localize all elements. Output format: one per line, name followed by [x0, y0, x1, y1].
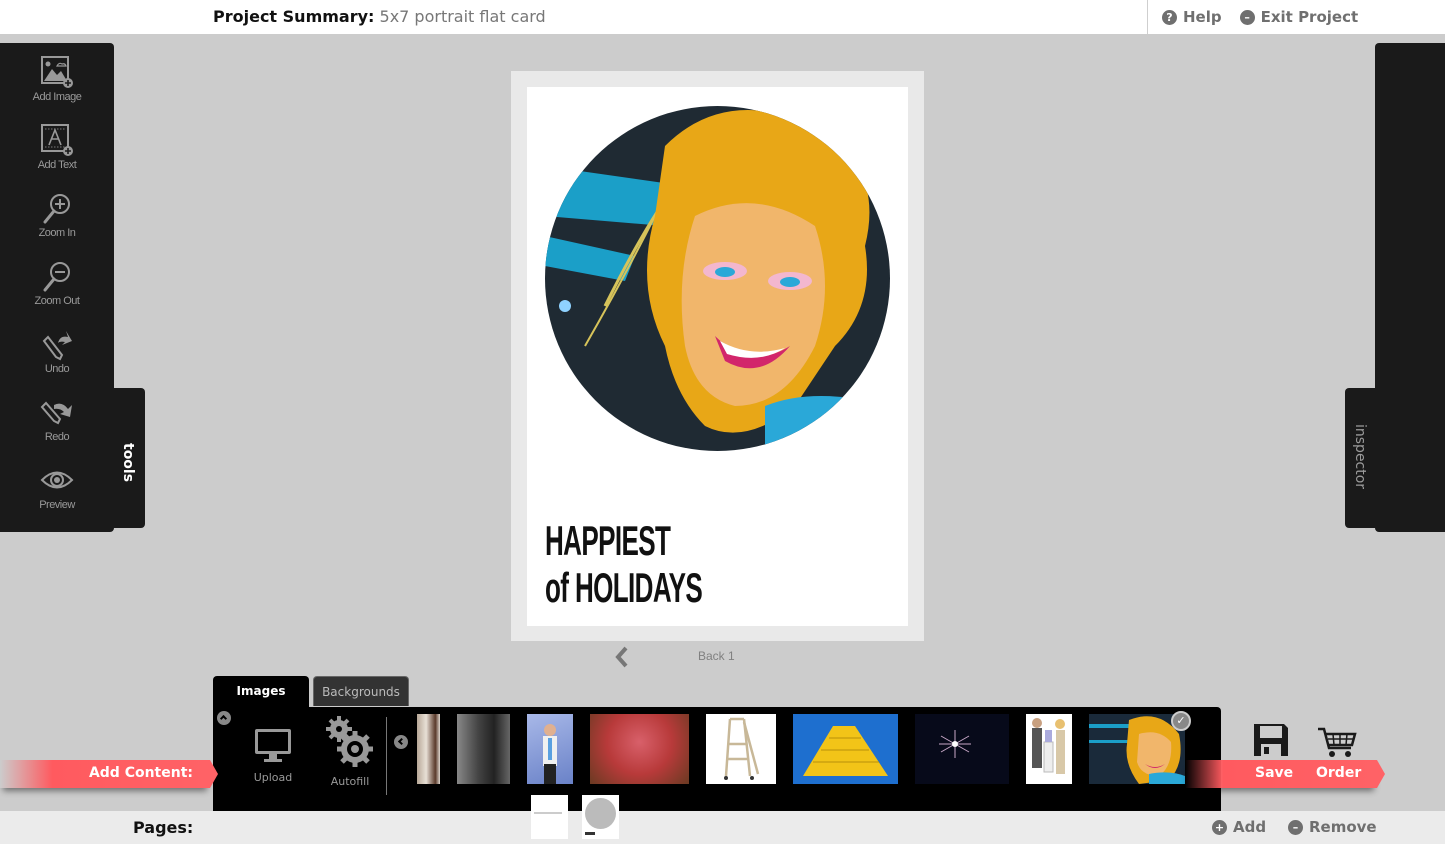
project-summary-value: 5x7 portrait flat card — [379, 7, 546, 26]
eye-icon — [40, 471, 74, 489]
thumbnail-water-cooler[interactable] — [1026, 714, 1072, 784]
help-button[interactable]: ? Help — [1162, 8, 1222, 26]
add-text-tool[interactable]: Add Text — [0, 123, 114, 171]
autofill-label: Autofill — [330, 775, 370, 788]
headline-line-1: HAPPIEST — [545, 517, 671, 564]
redo-icon — [40, 401, 72, 425]
thumbnail-meat-platter[interactable] — [590, 714, 689, 784]
zoom-in-icon — [43, 194, 70, 224]
scroll-left-icon[interactable] — [394, 735, 408, 749]
card-page[interactable]: HAPPIEST of HOLIDAYS — [527, 87, 908, 626]
add-image-icon — [41, 56, 73, 88]
thumbnail-rolling-ladder[interactable] — [706, 714, 776, 784]
thumbnail-man-with-tie[interactable] — [457, 714, 510, 784]
order-button[interactable]: Order — [1316, 765, 1361, 781]
headline-line-2: of HOLIDAYS — [545, 564, 703, 611]
monitor-icon — [255, 729, 291, 762]
preview-tool[interactable]: Preview — [0, 463, 114, 511]
undo-tool[interactable]: Undo — [0, 327, 114, 375]
page-label: Back 1 — [698, 649, 735, 663]
preview-label: Preview — [39, 499, 75, 511]
previous-page-arrow-icon[interactable] — [612, 645, 632, 669]
tab-backgrounds[interactable]: Backgrounds — [313, 676, 409, 706]
zoom-in-label: Zoom In — [38, 227, 76, 239]
top-bar: Project Summary: 5x7 portrait flat card … — [0, 0, 1445, 34]
add-image-tool[interactable]: Add Image — [0, 55, 114, 103]
pages-label: Pages: — [133, 818, 194, 837]
card-canvas: HAPPIEST of HOLIDAYS — [511, 71, 924, 641]
thumbnail-gold-bars[interactable] — [793, 714, 898, 784]
zoom-out-label: Zoom Out — [34, 295, 80, 307]
zoom-out-tool[interactable]: Zoom Out — [0, 259, 114, 307]
floppy-disk-icon[interactable] — [1252, 722, 1290, 758]
card-photo[interactable] — [545, 106, 890, 451]
inspector-tab[interactable]: inspector — [1345, 388, 1380, 528]
plus-circle-icon: + — [1212, 819, 1227, 835]
project-summary: Project Summary: 5x7 portrait flat card — [213, 7, 546, 26]
add-text-icon — [41, 124, 73, 156]
card-headline[interactable]: HAPPIEST of HOLIDAYS — [545, 517, 703, 611]
remove-page-label: Remove — [1309, 818, 1377, 836]
help-icon: ? — [1162, 9, 1177, 25]
redo-label: Redo — [44, 431, 70, 443]
actions-ribbon: Save Order — [1185, 760, 1385, 788]
undo-label: Undo — [44, 363, 70, 375]
add-content-label: Add Content: — [88, 765, 193, 781]
tab-images[interactable]: Images — [213, 676, 309, 708]
selected-check-icon: ✓ — [1171, 711, 1191, 731]
minus-circle-icon: – — [1288, 819, 1303, 835]
add-content-ribbon: Add Content: — [0, 760, 218, 788]
zoom-in-tool[interactable]: Zoom In — [0, 191, 114, 239]
page-thumbnail-front[interactable] — [531, 795, 568, 839]
redo-tool[interactable]: Redo — [0, 395, 114, 443]
upload-button[interactable]: Upload — [247, 727, 299, 784]
add-text-label: Add Text — [37, 159, 77, 171]
retro-woman-image — [545, 106, 890, 451]
exit-project-button[interactable]: – Exit Project — [1239, 8, 1359, 26]
add-page-button[interactable]: + Add — [1212, 818, 1266, 836]
add-page-label: Add — [1233, 818, 1267, 836]
save-button[interactable]: Save — [1255, 765, 1293, 781]
add-image-label: Add Image — [32, 91, 82, 103]
tools-tab[interactable]: tools — [110, 388, 145, 528]
inspector-panel — [1375, 43, 1445, 532]
upload-label: Upload — [253, 771, 293, 784]
autofill-button[interactable]: Autofill — [320, 715, 380, 788]
strip-divider — [386, 717, 387, 795]
thumbnail-vintage-woman[interactable] — [417, 714, 440, 784]
remove-page-button[interactable]: – Remove — [1288, 818, 1377, 836]
thumbnail-retro-woman[interactable] — [1089, 714, 1185, 784]
minus-circle-icon: – — [1239, 9, 1255, 25]
tools-tab-label: tools — [120, 443, 136, 483]
inspector-tab-label: inspector — [1352, 424, 1368, 490]
page-thumbnail-back[interactable] — [582, 795, 619, 839]
shopping-cart-icon[interactable] — [1317, 726, 1359, 760]
zoom-out-icon — [43, 262, 70, 292]
tools-panel: Add Image Add Text Zoom In Zoom Out Undo… — [0, 43, 114, 532]
thumbnail-fireworks[interactable] — [915, 714, 1009, 784]
help-label: Help — [1183, 8, 1222, 26]
gears-icon — [326, 716, 373, 767]
collapse-up-icon[interactable] — [217, 711, 231, 725]
project-summary-label: Project Summary: — [213, 7, 375, 26]
exit-project-label: Exit Project — [1260, 8, 1359, 26]
undo-icon — [42, 331, 72, 361]
top-actions: ? Help – Exit Project — [1147, 0, 1358, 34]
thumbnail-businessman[interactable] — [527, 714, 573, 784]
